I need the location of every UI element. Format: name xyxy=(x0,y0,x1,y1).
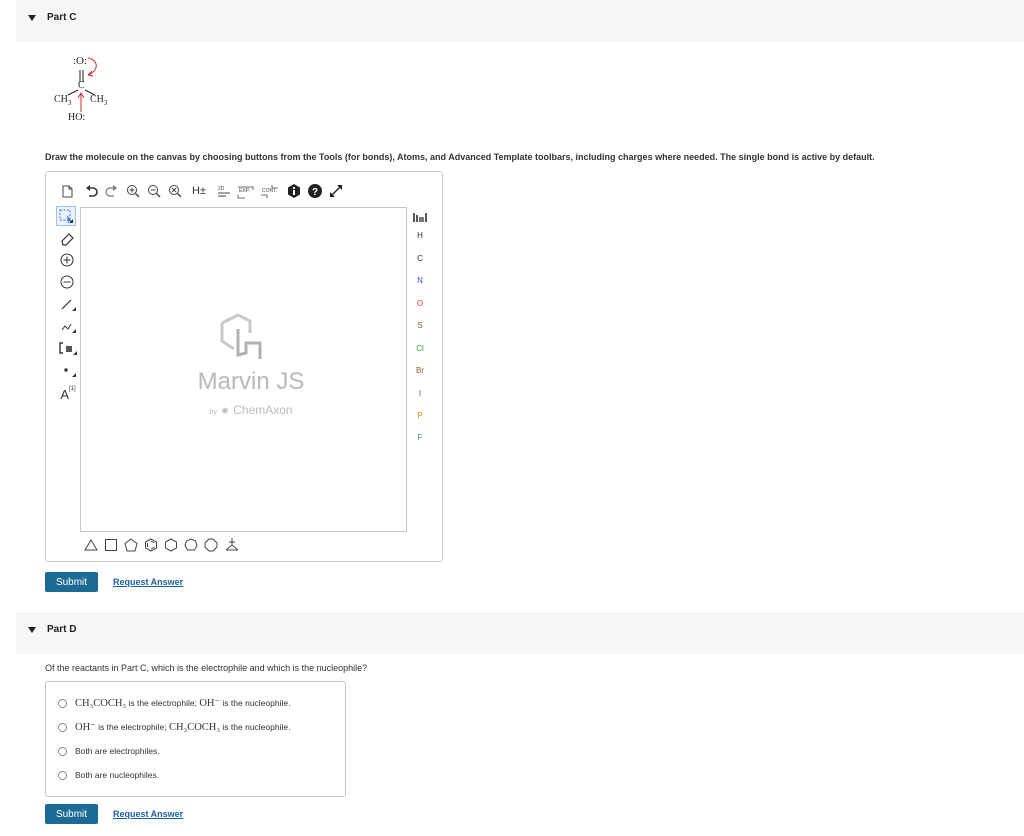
eraser-icon[interactable] xyxy=(59,230,75,246)
drawing-canvas[interactable]: Marvin JS by ✺ ChemAxon xyxy=(80,207,407,532)
methyl-right-label: CH3 xyxy=(90,94,107,107)
cyclopropane-template-icon[interactable] xyxy=(84,538,98,552)
part-c-request-answer-link[interactable]: Request Answer xyxy=(113,577,183,587)
atom-button-h[interactable]: H xyxy=(412,231,428,240)
cyclopentane-template-icon[interactable] xyxy=(124,538,138,552)
methyl-right-text: CH xyxy=(90,94,104,105)
choice-4-text: Both are nucleophiles. xyxy=(75,770,160,780)
marvin-editor: H± 2D EXP. CONT. ? A [1] Marvin JS by ✺ … xyxy=(45,171,443,562)
radio-button[interactable] xyxy=(58,770,67,780)
info-icon[interactable] xyxy=(286,183,301,198)
radio-button[interactable] xyxy=(58,698,67,708)
bracket-tool-icon[interactable] xyxy=(58,340,78,356)
text-tool-icon[interactable]: A [1] xyxy=(57,381,79,403)
selection-tool-icon[interactable] xyxy=(56,206,76,226)
zoom-in-icon[interactable] xyxy=(126,184,140,198)
part-c-submit-button[interactable]: Submit xyxy=(45,572,98,592)
radical-tool-icon[interactable] xyxy=(59,362,77,378)
periodic-table-icon[interactable] xyxy=(412,210,428,224)
chain-tool-icon[interactable] xyxy=(59,318,77,334)
cyclohexane-template-icon[interactable] xyxy=(164,538,178,552)
benzene-template-icon[interactable] xyxy=(144,538,158,552)
subscript-3: 3 xyxy=(103,99,108,107)
choice-1-text-1: is the electrophile; xyxy=(126,698,200,708)
negative-charge-icon[interactable] xyxy=(59,274,75,290)
part-d-request-answer-link[interactable]: Request Answer xyxy=(113,809,183,819)
part-d-submit-button[interactable]: Submit xyxy=(45,804,98,824)
draw-instructions: Draw the molecule on the canvas by choos… xyxy=(45,152,875,162)
carbon-atom-label: C xyxy=(78,80,85,91)
logo-by-text: by xyxy=(209,409,217,416)
marvin-logo-icon xyxy=(216,311,268,363)
single-bond-icon[interactable] xyxy=(59,296,77,312)
radio-button[interactable] xyxy=(58,722,67,732)
cyclobutane-template-icon[interactable] xyxy=(104,538,118,552)
atom-button-n[interactable]: N xyxy=(412,276,428,285)
radio-button[interactable] xyxy=(58,746,67,756)
choice-4[interactable]: Both are nucleophiles. xyxy=(58,767,159,783)
cyclooctane-template-icon[interactable] xyxy=(204,538,218,552)
zoom-fit-icon[interactable] xyxy=(168,184,182,198)
choice-3-text: Both are electrophiles. xyxy=(75,746,160,756)
expand-label: EXP. xyxy=(239,188,250,194)
atom-button-c[interactable]: C xyxy=(412,254,428,263)
text-tool-letter: A xyxy=(60,386,69,402)
subscript-3: 3 xyxy=(67,99,72,107)
atom-button-p[interactable]: P xyxy=(412,411,428,420)
atom-button-s[interactable]: S xyxy=(412,321,428,330)
redo-icon[interactable] xyxy=(104,184,118,198)
new-document-icon[interactable] xyxy=(60,184,74,198)
cycloheptane-template-icon[interactable] xyxy=(184,538,198,552)
positive-charge-icon[interactable] xyxy=(59,252,75,268)
choice-1-text-2: is the nucleophile. xyxy=(220,698,291,708)
chemaxon-byline: by ✺ ChemAxon xyxy=(191,401,311,419)
clean-2d-label: 2D xyxy=(218,186,225,192)
contract-label: CONT. xyxy=(262,188,277,194)
contract-button[interactable]: CONT. xyxy=(260,183,280,199)
choice-2-formula-b: CH₃COCH₃ xyxy=(168,721,221,733)
logo-company-text: ChemAxon xyxy=(233,403,293,417)
choice-2-text-1: is the electrophile; xyxy=(95,722,169,732)
part-c-title: Part C xyxy=(47,12,77,23)
part-d-question: Of the reactants in Part C, which is the… xyxy=(45,663,368,673)
chemaxon-mark-icon: ✺ xyxy=(221,406,229,416)
clean-2d-button[interactable]: 2D xyxy=(216,183,232,199)
choice-2[interactable]: OH⁻ is the electrophile; CH₃COCH₃ is the… xyxy=(58,719,290,735)
choice-1[interactable]: CH₃COCH₃ is the electrophile; OH⁻ is the… xyxy=(58,695,290,711)
atom-button-br[interactable]: Br xyxy=(412,366,428,375)
zoom-out-icon[interactable] xyxy=(147,184,161,198)
methyl-left-text: CH xyxy=(54,94,68,105)
atom-button-i[interactable]: I xyxy=(412,389,428,398)
choice-1-formula-a: CH₃COCH₃ xyxy=(75,697,127,709)
choice-1-formula-b: OH⁻ xyxy=(199,698,221,709)
custom-template-icon[interactable] xyxy=(224,537,240,553)
curved-arrows-icon xyxy=(67,57,97,112)
methyl-left-label: CH3 xyxy=(54,94,71,107)
marvin-logo-title: Marvin JS xyxy=(197,368,305,395)
svg-text:?: ? xyxy=(311,187,317,198)
help-icon[interactable]: ? xyxy=(307,183,322,198)
atom-button-f[interactable]: F xyxy=(412,433,428,442)
atom-button-cl[interactable]: Cl xyxy=(412,344,428,353)
part-c-header[interactable]: Part C xyxy=(16,0,1024,42)
choice-2-text-2: is the nucleophile. xyxy=(220,722,291,732)
reaction-figure: :O: C CH3 CH3 HO: xyxy=(50,52,130,128)
answer-choices: CH₃COCH₃ is the electrophile; OH⁻ is the… xyxy=(45,681,346,797)
fullscreen-icon[interactable] xyxy=(328,183,344,199)
part-d-title: Part D xyxy=(47,624,77,635)
choice-2-formula-a: OH⁻ xyxy=(75,722,96,733)
oxygen-atom-label: :O: xyxy=(73,55,88,67)
expand-button[interactable]: EXP. xyxy=(237,183,255,199)
template-toolbar xyxy=(84,537,264,555)
choice-3[interactable]: Both are electrophiles. xyxy=(58,743,160,759)
collapse-caret-icon[interactable] xyxy=(28,15,36,21)
collapse-caret-icon[interactable] xyxy=(28,627,36,633)
atom-button-o[interactable]: O xyxy=(412,299,428,308)
hydroxide-label: HO: xyxy=(68,112,86,123)
part-d-header[interactable]: Part D xyxy=(16,612,1024,654)
text-tool-sup: [1] xyxy=(69,386,76,392)
hydrogen-toggle-button[interactable]: H± xyxy=(190,183,208,199)
undo-icon[interactable] xyxy=(84,184,98,198)
